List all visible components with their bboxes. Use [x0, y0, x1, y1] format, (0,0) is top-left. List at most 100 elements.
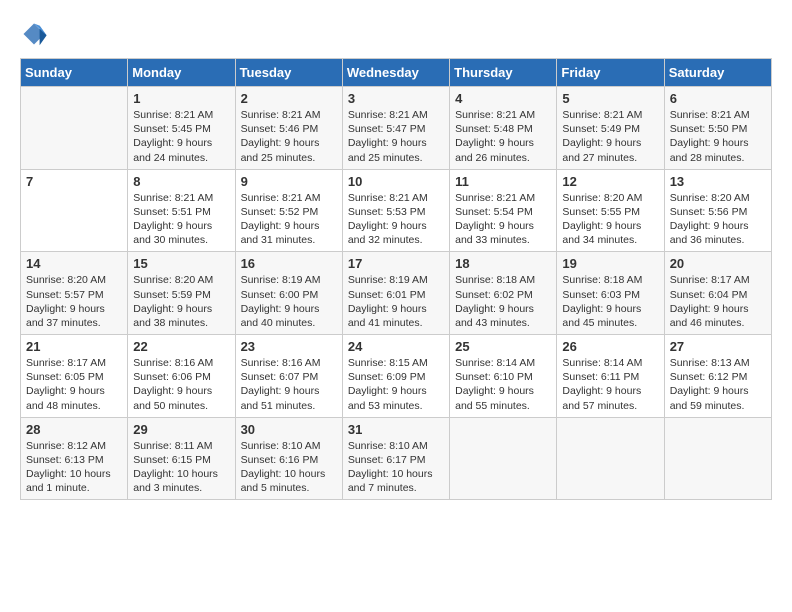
- cell-info: Sunrise: 8:11 AM Sunset: 6:15 PM Dayligh…: [133, 439, 229, 496]
- day-number: 23: [241, 339, 337, 354]
- cell-info: Sunrise: 8:14 AM Sunset: 6:10 PM Dayligh…: [455, 356, 551, 413]
- calendar-cell: 22 Sunrise: 8:16 AM Sunset: 6:06 PM Dayli…: [128, 335, 235, 418]
- calendar-cell: 15Sunrise: 8:20 AM Sunset: 5:59 PM Dayli…: [128, 252, 235, 335]
- logo-icon: [20, 20, 48, 48]
- day-number: 25: [455, 339, 551, 354]
- cell-info: Sunrise: 8:19 AM Sunset: 6:00 PM Dayligh…: [241, 273, 337, 330]
- day-number: 16: [241, 256, 337, 271]
- calendar-cell: 13 Sunrise: 8:20 AM Sunset: 5:56 PM Dayli…: [664, 169, 771, 252]
- cell-info: Sunrise: 8:17 AM Sunset: 6:05 PM Dayligh…: [26, 356, 122, 413]
- calendar-cell: 24Sunrise: 8:15 AM Sunset: 6:09 PM Dayli…: [342, 335, 449, 418]
- cell-info: Sunrise: 8:17 AM Sunset: 6:04 PM Dayligh…: [670, 273, 766, 330]
- calendar-body: 1 Sunrise: 8:21 AM Sunset: 5:45 PM Daylig…: [21, 87, 772, 500]
- cell-info: Sunrise: 8:21 AM Sunset: 5:46 PM Dayligh…: [241, 108, 337, 165]
- cell-info: Sunrise: 8:21 AM Sunset: 5:50 PM Dayligh…: [670, 108, 766, 165]
- header-day-friday: Friday: [557, 59, 664, 87]
- day-number: 4: [455, 91, 551, 106]
- calendar-cell: 29 Sunrise: 8:11 AM Sunset: 6:15 PM Dayli…: [128, 417, 235, 500]
- calendar-week-2: 78 Sunrise: 8:21 AM Sunset: 5:51 PM Dayli…: [21, 169, 772, 252]
- header-day-wednesday: Wednesday: [342, 59, 449, 87]
- calendar-cell: [21, 87, 128, 170]
- calendar-cell: 30 Sunrise: 8:10 AM Sunset: 6:16 PM Dayli…: [235, 417, 342, 500]
- calendar-cell: 21Sunrise: 8:17 AM Sunset: 6:05 PM Dayli…: [21, 335, 128, 418]
- calendar-cell: 9 Sunrise: 8:21 AM Sunset: 5:52 PM Daylig…: [235, 169, 342, 252]
- calendar-cell: 20 Sunrise: 8:17 AM Sunset: 6:04 PM Dayli…: [664, 252, 771, 335]
- cell-info: Sunrise: 8:21 AM Sunset: 5:53 PM Dayligh…: [348, 191, 444, 248]
- calendar-cell: 3 Sunrise: 8:21 AM Sunset: 5:47 PM Daylig…: [342, 87, 449, 170]
- day-number: 20: [670, 256, 766, 271]
- day-number: 30: [241, 422, 337, 437]
- calendar-cell: 18 Sunrise: 8:18 AM Sunset: 6:02 PM Dayli…: [450, 252, 557, 335]
- day-number: 17: [348, 256, 444, 271]
- day-number: 13: [670, 174, 766, 189]
- day-number: 24: [348, 339, 444, 354]
- day-number: 7: [26, 174, 122, 189]
- page-header: [20, 20, 772, 48]
- cell-info: Sunrise: 8:21 AM Sunset: 5:54 PM Dayligh…: [455, 191, 551, 248]
- day-number: 5: [562, 91, 658, 106]
- calendar-cell: 28 Sunrise: 8:12 AM Sunset: 6:13 PM Dayli…: [21, 417, 128, 500]
- cell-info: Sunrise: 8:21 AM Sunset: 5:45 PM Dayligh…: [133, 108, 229, 165]
- cell-info: Sunrise: 8:16 AM Sunset: 6:07 PM Dayligh…: [241, 356, 337, 413]
- calendar-cell: 17Sunrise: 8:19 AM Sunset: 6:01 PM Dayli…: [342, 252, 449, 335]
- day-number: 12: [562, 174, 658, 189]
- header-row: SundayMondayTuesdayWednesdayThursdayFrid…: [21, 59, 772, 87]
- calendar-week-3: 14Sunrise: 8:20 AM Sunset: 5:57 PM Dayli…: [21, 252, 772, 335]
- calendar-table: SundayMondayTuesdayWednesdayThursdayFrid…: [20, 58, 772, 500]
- cell-info: Sunrise: 8:16 AM Sunset: 6:06 PM Dayligh…: [133, 356, 229, 413]
- calendar-cell: 27 Sunrise: 8:13 AM Sunset: 6:12 PM Dayli…: [664, 335, 771, 418]
- day-number: 19: [562, 256, 658, 271]
- day-number: 10: [348, 174, 444, 189]
- cell-info: Sunrise: 8:13 AM Sunset: 6:12 PM Dayligh…: [670, 356, 766, 413]
- day-number: 1: [133, 91, 229, 106]
- calendar-cell: [664, 417, 771, 500]
- cell-info: Sunrise: 8:10 AM Sunset: 6:16 PM Dayligh…: [241, 439, 337, 496]
- calendar-cell: 19 Sunrise: 8:18 AM Sunset: 6:03 PM Dayli…: [557, 252, 664, 335]
- calendar-cell: 23 Sunrise: 8:16 AM Sunset: 6:07 PM Dayli…: [235, 335, 342, 418]
- day-number: 18: [455, 256, 551, 271]
- calendar-cell: [557, 417, 664, 500]
- calendar-cell: 26Sunrise: 8:14 AM Sunset: 6:11 PM Dayli…: [557, 335, 664, 418]
- calendar-week-5: 28 Sunrise: 8:12 AM Sunset: 6:13 PM Dayli…: [21, 417, 772, 500]
- calendar-cell: 8 Sunrise: 8:21 AM Sunset: 5:51 PM Daylig…: [128, 169, 235, 252]
- calendar-cell: 7: [21, 169, 128, 252]
- cell-info: Sunrise: 8:18 AM Sunset: 6:03 PM Dayligh…: [562, 273, 658, 330]
- calendar-week-4: 21Sunrise: 8:17 AM Sunset: 6:05 PM Dayli…: [21, 335, 772, 418]
- calendar-cell: 11 Sunrise: 8:21 AM Sunset: 5:54 PM Dayli…: [450, 169, 557, 252]
- cell-info: Sunrise: 8:20 AM Sunset: 5:55 PM Dayligh…: [562, 191, 658, 248]
- header-day-saturday: Saturday: [664, 59, 771, 87]
- day-number: 31: [348, 422, 444, 437]
- cell-info: Sunrise: 8:12 AM Sunset: 6:13 PM Dayligh…: [26, 439, 122, 496]
- day-number: 29: [133, 422, 229, 437]
- day-number: 3: [348, 91, 444, 106]
- calendar-cell: 25 Sunrise: 8:14 AM Sunset: 6:10 PM Dayli…: [450, 335, 557, 418]
- cell-info: Sunrise: 8:18 AM Sunset: 6:02 PM Dayligh…: [455, 273, 551, 330]
- day-number: 22: [133, 339, 229, 354]
- header-day-thursday: Thursday: [450, 59, 557, 87]
- header-day-tuesday: Tuesday: [235, 59, 342, 87]
- header-day-monday: Monday: [128, 59, 235, 87]
- day-number: 26: [562, 339, 658, 354]
- cell-info: Sunrise: 8:20 AM Sunset: 5:59 PM Dayligh…: [133, 273, 229, 330]
- day-number: 27: [670, 339, 766, 354]
- cell-info: Sunrise: 8:10 AM Sunset: 6:17 PM Dayligh…: [348, 439, 444, 496]
- day-number: 11: [455, 174, 551, 189]
- cell-info: Sunrise: 8:21 AM Sunset: 5:47 PM Dayligh…: [348, 108, 444, 165]
- calendar-cell: 16 Sunrise: 8:19 AM Sunset: 6:00 PM Dayli…: [235, 252, 342, 335]
- calendar-cell: 4 Sunrise: 8:21 AM Sunset: 5:48 PM Daylig…: [450, 87, 557, 170]
- day-number: 28: [26, 422, 122, 437]
- calendar-cell: 6 Sunrise: 8:21 AM Sunset: 5:50 PM Daylig…: [664, 87, 771, 170]
- calendar-cell: 31 Sunrise: 8:10 AM Sunset: 6:17 PM Dayli…: [342, 417, 449, 500]
- logo: [20, 20, 50, 48]
- cell-info: Sunrise: 8:20 AM Sunset: 5:56 PM Dayligh…: [670, 191, 766, 248]
- day-number: 9: [241, 174, 337, 189]
- calendar-header: SundayMondayTuesdayWednesdayThursdayFrid…: [21, 59, 772, 87]
- cell-info: Sunrise: 8:21 AM Sunset: 5:49 PM Dayligh…: [562, 108, 658, 165]
- day-number: 6: [670, 91, 766, 106]
- cell-info: Sunrise: 8:21 AM Sunset: 5:48 PM Dayligh…: [455, 108, 551, 165]
- calendar-week-1: 1 Sunrise: 8:21 AM Sunset: 5:45 PM Daylig…: [21, 87, 772, 170]
- cell-info: Sunrise: 8:21 AM Sunset: 5:51 PM Dayligh…: [133, 191, 229, 248]
- calendar-cell: 5 Sunrise: 8:21 AM Sunset: 5:49 PM Daylig…: [557, 87, 664, 170]
- cell-info: Sunrise: 8:21 AM Sunset: 5:52 PM Dayligh…: [241, 191, 337, 248]
- day-number: 8: [133, 174, 229, 189]
